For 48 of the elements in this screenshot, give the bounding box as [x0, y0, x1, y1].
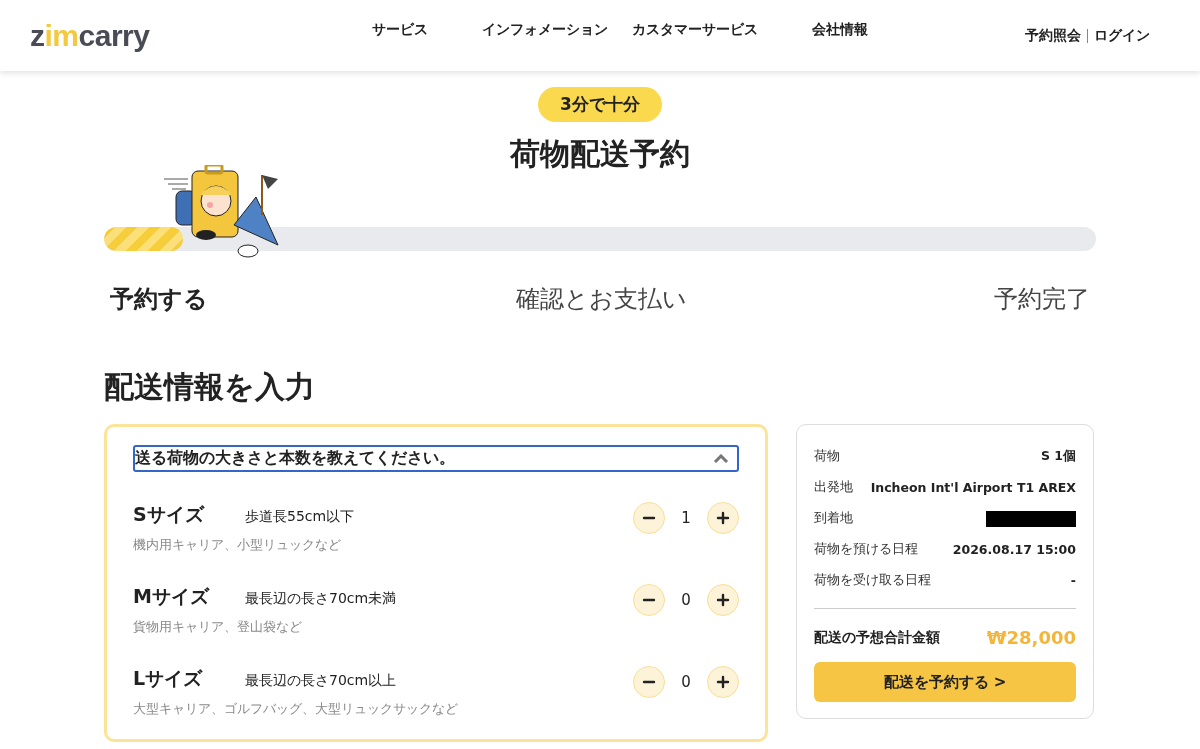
size-name: Lサイズ [133, 666, 204, 691]
count-value: 0 [680, 591, 692, 609]
total-price: ₩28,000 [986, 627, 1076, 648]
increase-button[interactable] [707, 584, 739, 616]
summary-label: 荷物を受け取る日程 [814, 572, 931, 589]
size-name: Sサイズ [133, 502, 206, 527]
step-label: 確認とお支払い [515, 284, 687, 315]
summary-value: S 1個 [1040, 448, 1076, 465]
summary-value: - [1070, 573, 1076, 588]
section-title: 配送情報を入力 [104, 368, 316, 406]
nav-link[interactable]: サービス [360, 20, 440, 39]
summary-value: 2026.08.17 15:00 [952, 542, 1076, 557]
size-examples: 大型キャリア、ゴルフバッグ、大型リュックサックなど [133, 700, 458, 718]
summary-label: 到着地 [814, 510, 853, 527]
increase-button[interactable] [707, 502, 739, 534]
size-spec: 最長辺の長さ70cm未満 [245, 590, 397, 606]
size-examples: 貨物用キャリア、登山袋など [133, 618, 303, 636]
decrease-button[interactable] [633, 666, 665, 698]
increase-button[interactable] [707, 666, 739, 698]
size-name: Mサイズ [133, 584, 211, 609]
size-question[interactable]: 送る荷物の大きさと本数を教えてください。 [133, 445, 739, 472]
step-label: 予約完了 [994, 284, 1090, 315]
header-link[interactable]: ログイン [1094, 26, 1150, 45]
total-label: 配送の予想合計金額 [814, 628, 940, 647]
header-link[interactable]: 予約照会 [1025, 26, 1081, 45]
summary-label: 荷物を預ける日程 [814, 541, 918, 558]
size-spec: 歩道長55cm以下 [245, 508, 355, 524]
step-label: 予約する [110, 284, 208, 315]
summary-label: 出発地 [814, 479, 853, 496]
size-examples: 機内用キャリア、小型リュックなど [133, 536, 342, 554]
count-value: 0 [680, 673, 692, 691]
logo[interactable]: zimcarry [30, 18, 360, 53]
decrease-button[interactable] [633, 502, 665, 534]
summary-label: 荷物 [814, 448, 840, 465]
time-badge: 3分で十分 [538, 87, 662, 122]
nav-link[interactable]: 会社情報 [800, 20, 880, 39]
reserve-button[interactable]: 配送を予約する > [814, 662, 1076, 702]
decrease-button[interactable] [633, 584, 665, 616]
size-spec: 最長辺の長さ70cm以上 [245, 672, 397, 688]
count-value: 1 [680, 509, 692, 527]
nav-link[interactable]: インフォメーション [470, 20, 620, 39]
plus-icon [716, 593, 730, 607]
chevron-icon [713, 453, 729, 464]
summary-value: Incheon Int'l Airport T1 AREX [870, 480, 1076, 495]
nav-link[interactable]: カスタマーサービス [620, 20, 770, 39]
plus-icon [716, 675, 730, 689]
plus-icon [716, 511, 730, 525]
page-title: 荷物配送予約 [510, 135, 690, 173]
